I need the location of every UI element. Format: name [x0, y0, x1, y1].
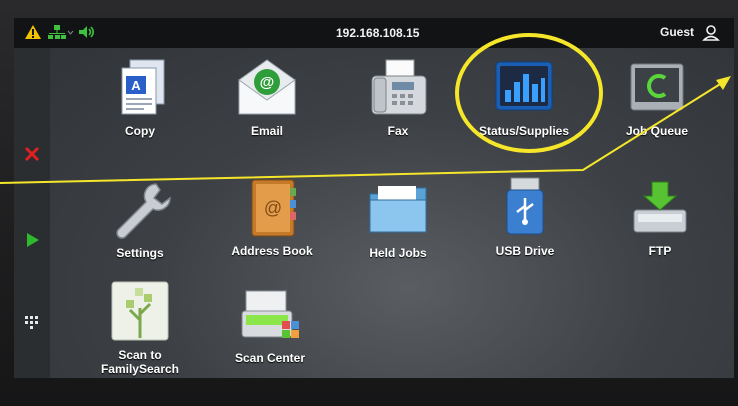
sidebar: [14, 48, 50, 378]
email-icon: @: [238, 59, 296, 115]
job-queue-icon: [630, 63, 684, 111]
held-jobs-icon: [369, 186, 427, 233]
ftp-icon: [633, 181, 687, 233]
app-label: Fax: [387, 124, 409, 138]
keypad-button[interactable]: [20, 310, 44, 334]
app-label: FTP: [648, 244, 672, 258]
app-held-jobs[interactable]: Held Jobs: [343, 178, 453, 260]
touch-screen: 192.168.108.15 Guest A Copy @ Email Fax …: [14, 18, 734, 378]
svg-text:@: @: [260, 74, 275, 91]
fax-icon: [371, 59, 427, 115]
app-email[interactable]: @ Email: [212, 56, 322, 138]
app-copy[interactable]: A Copy: [85, 56, 195, 138]
app-label: Address Book: [231, 244, 313, 258]
start-icon: [27, 233, 39, 247]
copy-icon: A: [121, 59, 165, 115]
network-icon[interactable]: [48, 24, 74, 40]
cancel-button[interactable]: [20, 142, 44, 166]
app-job-queue[interactable]: Job Queue: [602, 56, 712, 138]
user-icon[interactable]: [702, 24, 720, 42]
svg-text:@: @: [264, 198, 282, 218]
status-supplies-icon: [495, 61, 553, 111]
usb-drive-icon: [506, 177, 544, 235]
keypad-icon: [25, 316, 38, 329]
app-label: Copy: [125, 124, 155, 138]
app-label: Email: [250, 124, 283, 138]
app-label-line1: Scan to: [118, 348, 162, 362]
ip-address: 192.168.108.15: [336, 26, 420, 40]
volume-icon[interactable]: [78, 24, 96, 40]
app-status-supplies[interactable]: Status/Supplies: [469, 56, 579, 138]
settings-icon: [116, 183, 171, 239]
cancel-icon: [24, 146, 40, 162]
app-settings[interactable]: Settings: [85, 178, 195, 260]
app-label: Scan to FamilySearch: [85, 348, 195, 376]
app-usb-drive[interactable]: USB Drive: [470, 176, 580, 258]
app-fax[interactable]: Fax: [343, 56, 453, 138]
app-scan-to-familysearch[interactable]: Scan to FamilySearch: [85, 280, 195, 376]
app-label: Status/Supplies: [478, 124, 570, 138]
app-label: Settings: [116, 246, 164, 260]
start-button[interactable]: [20, 228, 44, 252]
app-label-line2: FamilySearch: [100, 362, 180, 376]
scan-familysearch-icon: [111, 281, 169, 341]
app-label: Held Jobs: [369, 246, 427, 260]
app-label: Job Queue: [625, 124, 688, 138]
user-label[interactable]: Guest: [660, 25, 694, 39]
address-book-icon: @: [251, 179, 296, 237]
app-address-book[interactable]: @ Address Book: [217, 176, 327, 258]
scan-center-icon: [241, 290, 299, 338]
svg-text:A: A: [131, 78, 141, 93]
status-bar: 192.168.108.15 Guest: [14, 18, 734, 48]
app-label: Scan Center: [234, 351, 306, 365]
app-ftp[interactable]: FTP: [605, 176, 715, 258]
app-label: USB Drive: [495, 244, 555, 258]
app-scan-center[interactable]: Scan Center: [215, 283, 325, 365]
warning-icon[interactable]: [24, 24, 42, 40]
